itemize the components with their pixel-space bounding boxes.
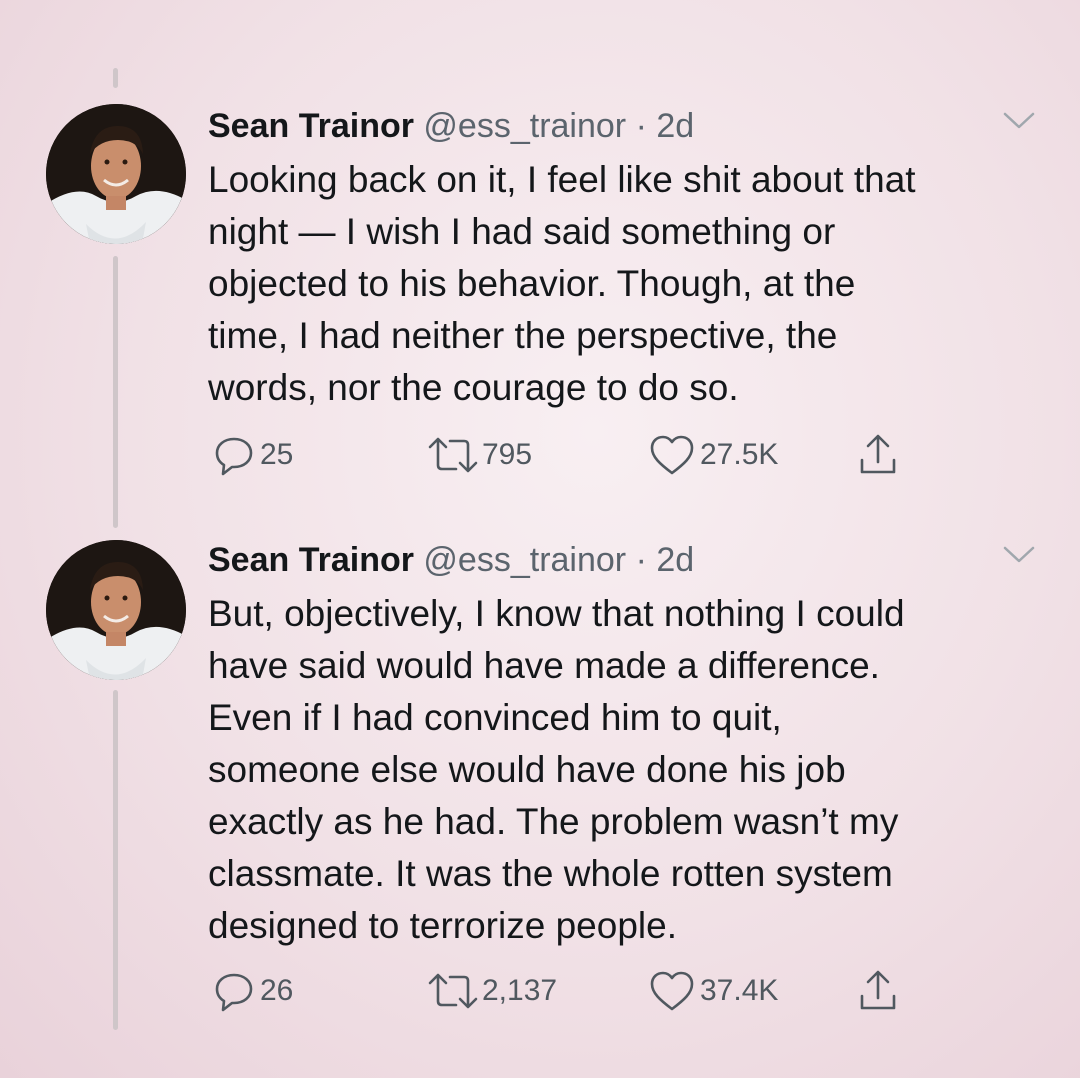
avatar[interactable] — [46, 540, 186, 680]
reply-icon — [215, 437, 253, 476]
reply-count: 26 — [260, 974, 294, 1007]
retweet-button[interactable]: 2,137 — [424, 966, 557, 1016]
tweet[interactable]: Sean Trainor @ess_trainor · 2d But, obje… — [0, 538, 1080, 1038]
like-button[interactable]: 37.4K — [648, 966, 778, 1016]
retweet-icon — [428, 437, 478, 473]
retweet-count: 795 — [482, 438, 533, 471]
tweet-header: Sean Trainor @ess_trainor · 2d — [208, 104, 694, 148]
avatar[interactable] — [46, 104, 186, 244]
retweet-button[interactable]: 795 — [424, 430, 532, 480]
separator-dot: · — [635, 541, 647, 579]
share-button[interactable] — [856, 430, 900, 480]
share-icon — [860, 970, 896, 1010]
like-button[interactable]: 27.5K — [648, 430, 778, 480]
author-handle[interactable]: @ess_trainor — [423, 107, 626, 145]
share-icon — [860, 434, 896, 474]
timestamp[interactable]: 2d — [656, 541, 694, 579]
chevron-down-icon[interactable] — [1002, 544, 1036, 566]
tweet-text: Looking back on it, I feel like shit abo… — [208, 159, 916, 408]
author-name[interactable]: Sean Trainor — [208, 107, 414, 145]
reply-button[interactable]: 25 — [212, 430, 293, 480]
timestamp[interactable]: 2d — [656, 107, 694, 145]
thread-line-top — [113, 68, 118, 88]
reply-icon — [215, 973, 253, 1012]
tweet-header: Sean Trainor @ess_trainor · 2d — [208, 538, 694, 582]
like-count: 27.5K — [700, 438, 779, 471]
tweet-actions: 25 795 27.5K — [0, 430, 1080, 480]
separator-dot: · — [635, 107, 647, 145]
tweet[interactable]: Sean Trainor @ess_trainor · 2d Looking b… — [0, 104, 1080, 484]
share-button[interactable] — [856, 966, 900, 1016]
tweet-text: But, objectively, I know that nothing I … — [208, 593, 905, 946]
retweet-icon — [428, 973, 478, 1009]
reply-button[interactable]: 26 — [212, 966, 293, 1016]
like-count: 37.4K — [700, 974, 779, 1007]
author-handle[interactable]: @ess_trainor — [423, 541, 626, 579]
heart-icon — [650, 971, 694, 1011]
heart-icon — [650, 435, 694, 475]
reply-count: 25 — [260, 438, 294, 471]
retweet-count: 2,137 — [482, 974, 558, 1007]
author-name[interactable]: Sean Trainor — [208, 541, 414, 579]
tweet-actions: 26 2,137 37.4K — [0, 966, 1080, 1016]
chevron-down-icon[interactable] — [1002, 110, 1036, 132]
